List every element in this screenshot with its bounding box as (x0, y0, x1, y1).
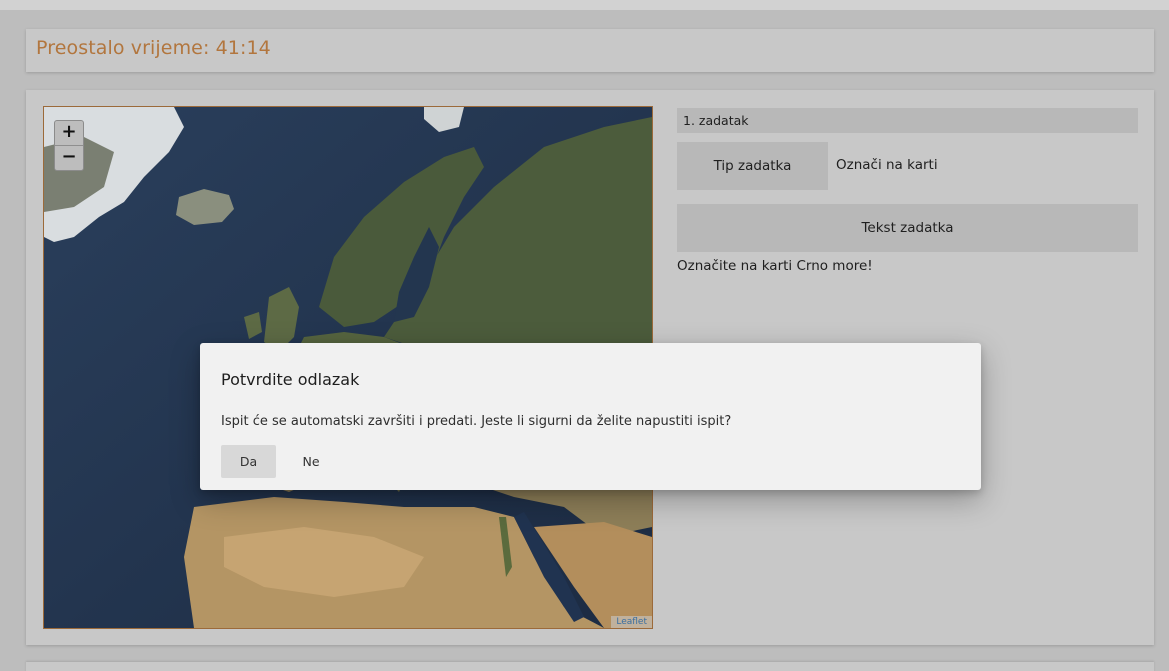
top-strip (0, 0, 1169, 10)
map-attribution-link[interactable]: Leaflet (611, 616, 652, 628)
confirm-leave-button[interactable]: Da (221, 445, 276, 478)
task-text-value: Označite na karti Crno more! (677, 258, 873, 274)
task-type-label: Tip zadatka (677, 142, 828, 190)
task-number-label: 1. zadatak (683, 113, 749, 128)
timer-card: Preostalo vrijeme: 41:14 (26, 29, 1154, 72)
task-number-header: 1. zadatak (677, 108, 1138, 133)
dialog-title: Potvrdite odlazak (221, 370, 360, 389)
dialog-message: Ispit će se automatski završiti i predat… (221, 414, 732, 429)
cancel-leave-button[interactable]: Ne (286, 445, 336, 478)
remaining-time-label: Preostalo vrijeme: 41:14 (36, 37, 271, 59)
zoom-in-button[interactable]: + (55, 121, 83, 145)
exam-page: Preostalo vrijeme: 41:14 + − Leaflet 1. … (0, 0, 1169, 671)
zoom-control: + − (54, 120, 84, 171)
task-type-value: Označi na karti (836, 157, 938, 173)
task-text-label: Tekst zadatka (677, 204, 1138, 252)
leave-confirmation-dialog: Potvrdite odlazak Ispit će se automatski… (200, 343, 981, 490)
zoom-out-button[interactable]: − (55, 145, 83, 170)
next-card (26, 662, 1154, 671)
